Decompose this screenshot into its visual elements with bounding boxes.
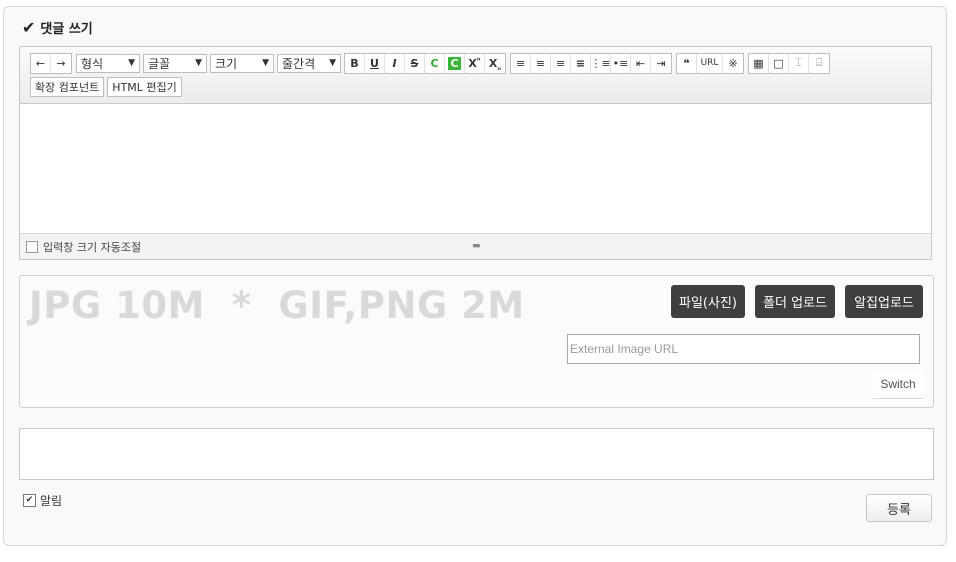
outdent-icon[interactable]: ⇤ bbox=[631, 53, 651, 73]
superscript-button[interactable]: Xⁿ bbox=[465, 53, 485, 73]
section-title: ✔ 댓글 쓰기 bbox=[22, 18, 93, 37]
bold-button[interactable]: B bbox=[345, 53, 365, 73]
editor-content-area[interactable] bbox=[20, 104, 931, 234]
comment-input[interactable] bbox=[19, 428, 934, 480]
switch-button[interactable]: Switch bbox=[873, 370, 923, 399]
chevron-down-icon: ▼ bbox=[128, 58, 135, 68]
italic-button[interactable]: I bbox=[385, 53, 405, 73]
align-right-icon[interactable]: ≡ bbox=[551, 53, 571, 73]
align-center-icon[interactable]: ≡ bbox=[531, 53, 551, 73]
split-cells-icon[interactable]: ⌸ bbox=[809, 54, 829, 73]
file-upload-button[interactable]: 파일(사진) bbox=[671, 285, 745, 318]
rich-text-editor: ← → 형식 ▼ 글꼴 ▼ 크기 ▼ 줄간격 ▼ B U I S C C X ⁿ… bbox=[19, 46, 932, 260]
chevron-down-icon: ▼ bbox=[329, 58, 336, 68]
format-select[interactable]: 형식 ▼ bbox=[76, 53, 140, 73]
strikethrough-button[interactable]: S bbox=[405, 53, 425, 73]
notify-label: 알림 bbox=[40, 494, 63, 508]
notify-option[interactable]: ✔ 알림 bbox=[23, 492, 62, 509]
extension-component-button[interactable]: 확장 컴포넌트 bbox=[30, 77, 105, 97]
table-group: ▦ □ ⌶ ⌸ bbox=[748, 52, 830, 74]
section-title-text: 댓글 쓰기 bbox=[40, 22, 93, 37]
size-select[interactable]: 크기 ▼ bbox=[210, 53, 274, 73]
editor-statusbar: 입력창 크기 자동조절 ▬ bbox=[20, 233, 931, 259]
history-group: ← → bbox=[30, 52, 72, 74]
align-left-icon[interactable]: ≡ bbox=[511, 53, 531, 73]
editor-toolbar: ← → 형식 ▼ 글꼴 ▼ 크기 ▼ 줄간격 ▼ B U I S C C X ⁿ… bbox=[20, 47, 931, 104]
link-button[interactable]: URL bbox=[697, 53, 723, 73]
upload-panel: JPG 10M * GIF,PNG 2M 파일(사진) 폴더 업로드 알집업로드… bbox=[19, 275, 934, 408]
checkmark-icon: ✔ bbox=[22, 18, 36, 37]
chevron-down-icon: ▼ bbox=[195, 58, 202, 68]
submit-button[interactable]: 등록 bbox=[866, 494, 932, 522]
align-justify-icon[interactable]: ≡ bbox=[571, 53, 591, 73]
notify-checkbox[interactable]: ✔ bbox=[23, 494, 36, 507]
align-list-group: ≡ ≡ ≡ ≡ ⋮≡ •≡ ⇤ ⇥ bbox=[510, 52, 672, 74]
folder-upload-button[interactable]: 폴더 업로드 bbox=[755, 285, 835, 318]
blockquote-icon[interactable]: ❝ bbox=[677, 53, 697, 73]
font-color-button[interactable]: C bbox=[425, 53, 445, 73]
redo-icon[interactable]: → bbox=[51, 54, 71, 73]
ordered-list-icon[interactable]: ⋮≡ bbox=[590, 53, 611, 73]
font-select[interactable]: 글꼴 ▼ bbox=[143, 53, 207, 73]
line-spacing-select[interactable]: 줄간격 ▼ bbox=[277, 53, 341, 73]
indent-icon[interactable]: ⇥ bbox=[651, 54, 671, 73]
table-icon[interactable]: ▦ bbox=[749, 53, 769, 73]
text-style-group: B U I S C C Xⁿ Xₙ bbox=[344, 52, 506, 74]
html-editor-button[interactable]: HTML 편집기 bbox=[107, 77, 182, 97]
autoresize-label: 입력창 크기 자동조절 bbox=[43, 240, 142, 254]
special-char-icon[interactable]: ※ bbox=[723, 54, 743, 73]
background-color-button[interactable]: C bbox=[445, 53, 465, 73]
undo-icon[interactable]: ← bbox=[31, 53, 51, 73]
autoresize-checkbox[interactable] bbox=[26, 240, 38, 253]
merge-cells-icon[interactable]: ⌶ bbox=[789, 53, 809, 73]
zip-upload-button[interactable]: 알집업로드 bbox=[845, 285, 923, 318]
unordered-list-icon[interactable]: •≡ bbox=[611, 53, 631, 73]
resize-grip-icon[interactable]: ▬ bbox=[472, 241, 481, 251]
cell-icon[interactable]: □ bbox=[769, 53, 789, 73]
external-image-url-input[interactable] bbox=[567, 334, 920, 364]
chevron-down-icon: ▼ bbox=[262, 58, 269, 68]
underline-button[interactable]: U bbox=[365, 53, 385, 73]
insert-group: ❝ URL ※ bbox=[676, 52, 744, 74]
subscript-button[interactable]: Xₙ bbox=[485, 54, 505, 73]
upload-size-info: JPG 10M * GIF,PNG 2M bbox=[29, 284, 525, 327]
